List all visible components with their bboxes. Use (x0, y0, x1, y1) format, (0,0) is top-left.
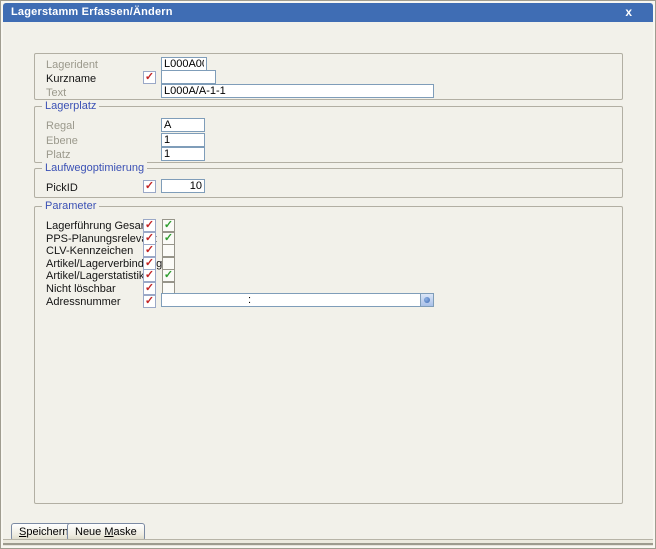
adressnummer-combobox[interactable]: : (161, 293, 434, 307)
ebene-label: Ebene (46, 135, 78, 148)
ebene-input[interactable] (161, 133, 205, 147)
lagerident-label: Lagerident (46, 59, 98, 72)
text-input[interactable] (161, 84, 434, 98)
lagerplatz-legend: Lagerplatz (42, 100, 99, 113)
kurzname-label: Kurzname (46, 73, 96, 86)
adressnummer-flag-checkbox[interactable]: ✓ (143, 295, 156, 308)
lagerplatz-group: Lagerplatz (34, 106, 623, 163)
window-bottom-frame (1, 539, 655, 548)
pickid-input[interactable] (161, 179, 205, 193)
laufwegoptimierung-legend: Laufwegoptimierung (42, 162, 147, 175)
clv-kennzeichen-flag-checkbox[interactable]: ✓ (143, 244, 156, 257)
laufwegoptimierung-group: Laufwegoptimierung (34, 168, 623, 198)
artikel-lagerstatistik-checkbox[interactable]: ✓ (162, 269, 175, 282)
adressnummer-dropdown-button[interactable] (420, 294, 433, 306)
dropdown-dot-icon (424, 297, 430, 303)
artikel-lagerstatistik-label: Artikel/Lagerstatistik (46, 270, 144, 283)
adressnummer-label: Adressnummer (46, 296, 121, 309)
clv-kennzeichen-checkbox[interactable] (162, 244, 175, 257)
clv-kennzeichen-label: CLV-Kennzeichen (46, 245, 133, 258)
dialog-window: Lagerstamm Erfassen/Ändern x Lagerident … (0, 0, 656, 549)
kurzname-input[interactable] (161, 70, 216, 84)
regal-input[interactable] (161, 118, 205, 132)
close-button[interactable]: x (625, 5, 632, 20)
lagerfuehrung-gesamt-label: Lagerführung Gesamt (46, 220, 153, 233)
parameter-legend: Parameter (42, 200, 99, 213)
lagerfuehrung-gesamt-checkbox[interactable]: ✓ (162, 219, 175, 232)
platz-label: Platz (46, 149, 70, 162)
platz-input[interactable] (161, 147, 205, 161)
title-bar[interactable]: Lagerstamm Erfassen/Ändern x (3, 3, 653, 22)
pickid-label: PickID (46, 182, 78, 195)
pickid-flag-checkbox[interactable]: ✓ (143, 180, 156, 193)
dialog-title: Lagerstamm Erfassen/Ändern (11, 6, 173, 18)
nicht-loeschbar-flag-checkbox[interactable]: ✓ (143, 282, 156, 295)
text-label: Text (46, 87, 66, 100)
lagerident-input[interactable] (161, 57, 207, 71)
adressnummer-value: : (248, 294, 251, 306)
artikel-lagerstatistik-flag-checkbox[interactable]: ✓ (143, 269, 156, 282)
kurzname-flag-checkbox[interactable]: ✓ (143, 71, 156, 84)
nicht-loeschbar-label: Nicht löschbar (46, 283, 116, 296)
lagerfuehrung-gesamt-flag-checkbox[interactable]: ✓ (143, 219, 156, 232)
regal-label: Regal (46, 120, 75, 133)
